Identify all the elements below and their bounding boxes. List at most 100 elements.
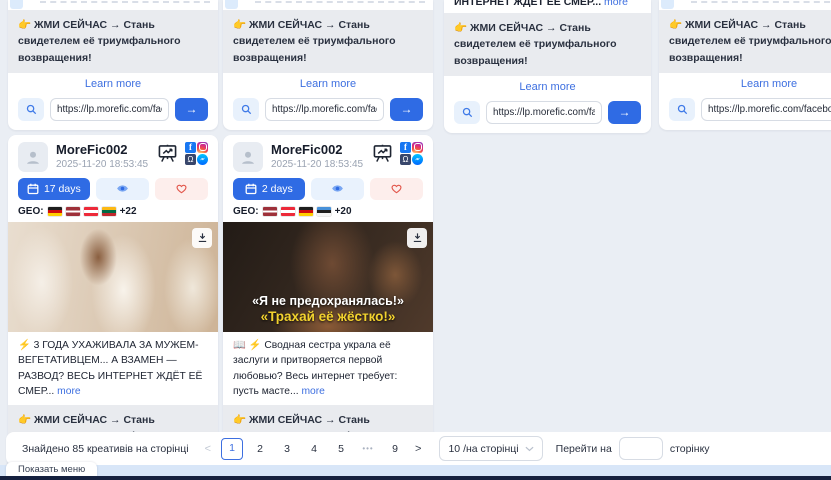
landing-url-input[interactable] — [265, 98, 384, 121]
overlay-line-2: «Трахай её жёстко!» — [223, 309, 433, 324]
heart-icon — [390, 183, 403, 194]
open-url-button[interactable]: → — [175, 98, 208, 121]
favorite-button[interactable] — [155, 178, 208, 200]
flag-austria-icon — [84, 207, 98, 216]
flag-germany-icon — [48, 207, 62, 216]
goto-page-input[interactable] — [619, 437, 663, 460]
partial-card-top-1: 👉 ЖМИ СЕЙЧАС → Стань свидетелем её триум… — [8, 0, 218, 130]
avatar — [18, 142, 48, 172]
open-url-button[interactable]: → — [608, 101, 641, 124]
cta-headline: 👉 ЖМИ СЕЙЧАС → Стань свидетелем её триум… — [659, 10, 831, 73]
arrow-right-icon: → — [619, 106, 631, 118]
creative-header: MoreFic002 2025-11-20 18:53:45 f Ω — [223, 135, 433, 175]
favorite-button[interactable] — [370, 178, 423, 200]
page-1[interactable]: 1 — [221, 438, 243, 460]
cutoff-url-row — [223, 0, 433, 10]
column-3: ИНТЕРНЕТ ЖДЁТ ЕЁ СМЕР... more 👉 ЖМИ СЕЙЧ… — [444, 0, 651, 133]
partial-card-top-2: 👉 ЖМИ СЕЙЧАС → Стань свидетелем её триум… — [223, 0, 433, 130]
calendar-icon — [27, 183, 39, 195]
header-icons: f Ω — [157, 142, 208, 165]
download-image-button[interactable] — [407, 228, 427, 248]
search-url-button[interactable] — [454, 101, 480, 124]
open-url-button[interactable]: → — [390, 98, 423, 121]
search-url-button[interactable] — [669, 98, 695, 121]
learn-more-link[interactable]: Learn more — [659, 73, 831, 93]
prev-page-arrow[interactable]: < — [202, 443, 214, 455]
flag-latvia-icon — [66, 207, 80, 216]
chevron-down-icon — [525, 446, 534, 452]
landing-url-input[interactable] — [701, 98, 831, 121]
clipped-body-text: ИНТЕРНЕТ ЖДЁТ ЕЁ СМЕР... more — [444, 0, 651, 13]
creative-meta: MoreFic002 2025-11-20 18:53:45 — [56, 142, 149, 170]
page-4[interactable]: 4 — [304, 439, 324, 459]
more-link[interactable]: more — [57, 386, 80, 397]
learn-more-link[interactable]: Learn more — [444, 76, 651, 96]
download-image-button[interactable] — [192, 228, 212, 248]
page-5[interactable]: 5 — [331, 439, 351, 459]
cutoff-search-button — [10, 0, 23, 9]
landing-url-input[interactable] — [50, 98, 169, 121]
column-2: 👉 ЖМИ СЕЙЧАС → Стань свидетелем её триум… — [223, 0, 433, 480]
pages-ellipsis[interactable]: ••• — [358, 439, 378, 459]
learn-more-link[interactable]: Learn more — [8, 73, 218, 93]
messenger-icon — [197, 154, 208, 165]
advertiser-name: MoreFic002 — [56, 142, 149, 157]
url-row — [659, 93, 831, 130]
cta-headline: 👉 ЖМИ СЕЙЧАС → Стань свидетелем её триум… — [223, 10, 433, 73]
column-4: 👉 ЖМИ СЕЙЧАС → Стань свидетелем её триум… — [659, 0, 831, 130]
advertiser-name: MoreFic002 — [271, 142, 364, 157]
landing-url-input[interactable] — [486, 101, 602, 124]
cta-headline: 👉 ЖМИ СЕЙЧАС → Стань свидетелем её триум… — [8, 10, 218, 73]
flag-estonia-icon — [317, 207, 331, 216]
days-label: 17 days — [44, 183, 81, 195]
creatives-spy-page: 👉 ЖМИ СЕЙЧАС → Стань свидетелем её триум… — [0, 0, 831, 480]
views-button[interactable] — [96, 178, 149, 200]
creative-image-wedding — [8, 222, 218, 332]
eye-icon — [116, 184, 129, 193]
facebook-icon: f — [400, 142, 411, 153]
cutoff-search-button — [661, 0, 674, 9]
show-menu-toggle[interactable]: Показать меню — [6, 462, 97, 477]
creative-meta: MoreFic002 2025-11-20 18:53:45 — [271, 142, 364, 170]
page-3[interactable]: 3 — [277, 439, 297, 459]
facebook-icon: f — [185, 142, 196, 153]
audience-network-icon: Ω — [185, 154, 196, 165]
search-icon — [241, 104, 252, 115]
learn-more-link[interactable]: Learn more — [223, 73, 433, 93]
cutoff-divider — [40, 1, 210, 3]
geo-label: GEO: — [18, 206, 44, 217]
cutoff-url-row — [8, 0, 218, 10]
days-active-button[interactable]: 17 days — [18, 178, 90, 200]
arrow-right-icon: → — [186, 103, 198, 115]
views-button[interactable] — [311, 178, 364, 200]
creative-header: MoreFic002 2025-11-20 18:53:45 f Ω — [8, 135, 218, 175]
search-icon — [462, 107, 473, 118]
goto-label: Перейти на — [556, 443, 612, 455]
url-row: → — [444, 96, 651, 133]
audience-network-icon: Ω — [400, 154, 411, 165]
platform-icons: f Ω — [185, 142, 208, 165]
page-size-select[interactable]: 10 /на сторінці — [439, 436, 542, 461]
heart-icon — [175, 183, 188, 194]
messenger-icon — [412, 154, 423, 165]
column-1: 👉 ЖМИ СЕЙЧАС → Стань свидетелем её триум… — [8, 0, 218, 480]
creative-card-1: MoreFic002 2025-11-20 18:53:45 f Ω 17 da… — [8, 135, 218, 480]
more-link[interactable]: more — [604, 0, 628, 8]
next-page-arrow[interactable]: > — [412, 443, 424, 455]
ad-board-icon — [157, 144, 178, 163]
page-2[interactable]: 2 — [250, 439, 270, 459]
search-url-button[interactable] — [18, 98, 44, 121]
search-url-button[interactable] — [233, 98, 259, 121]
ad-board-icon — [372, 144, 393, 163]
geo-row: GEO: +22 — [8, 202, 218, 222]
goto-page-group: Перейти на сторінку — [556, 437, 710, 460]
partial-card-top-4: 👉 ЖМИ СЕЙЧАС → Стань свидетелем её триум… — [659, 0, 831, 130]
cutoff-divider — [255, 1, 425, 3]
flag-germany-icon — [299, 207, 313, 216]
page-9[interactable]: 9 — [385, 439, 405, 459]
more-link[interactable]: more — [301, 386, 324, 397]
creative-body-text: ⚡ 3 ГОДА УХАЖИВАЛА ЗА МУЖЕМ-ВЕГЕТАТИВЦЕМ… — [8, 332, 218, 405]
days-active-button[interactable]: 2 days — [233, 178, 305, 200]
cutoff-divider — [691, 1, 831, 3]
cutoff-search-button — [225, 0, 238, 9]
